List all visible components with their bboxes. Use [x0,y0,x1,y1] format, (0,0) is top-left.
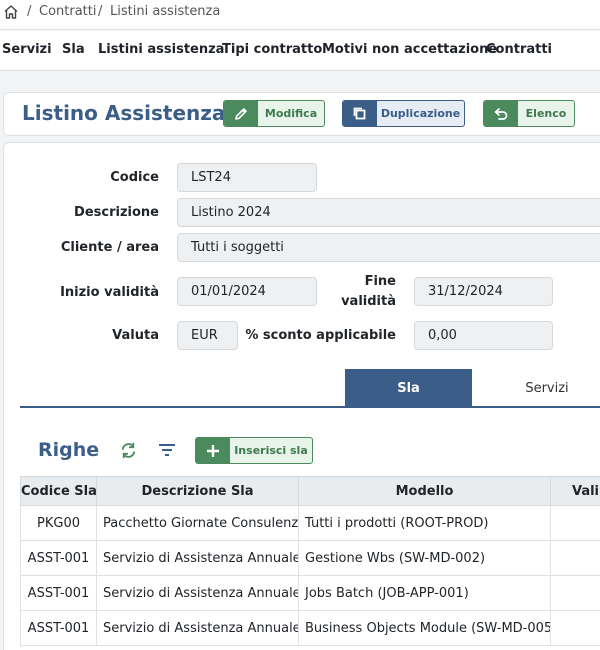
inizio-validita-field[interactable]: 01/01/2024 [177,277,317,306]
column-header-validita[interactable]: Vali [550,476,600,506]
breadcrumb-item-contratti[interactable]: Contratti [39,4,96,19]
cell-validita [550,610,600,646]
home-icon[interactable] [3,4,19,20]
menu-item-sla[interactable]: Sla [62,42,85,57]
cell-codice-sla: ASST-001 [20,575,97,611]
tab-servizi-label: Servizi [525,380,569,396]
refresh-icon[interactable] [119,441,138,460]
righe-title: Righe [38,439,100,461]
cliente-area-field[interactable]: Tutti i soggetti [177,233,600,262]
cell-codice-sla: ASST-001 [20,610,97,646]
cell-descrizione-sla: Servizio di Assistenza Annuale [96,610,299,646]
inserisci-sla-label: Inserisci sla [234,444,308,457]
pencil-icon [224,101,258,126]
descrizione-field[interactable]: Listino 2024 [177,198,600,227]
menu-item-servizi[interactable]: Servizi [2,42,52,57]
valuta-field[interactable]: EUR [177,321,238,350]
breadcrumb-separator: / [98,4,103,19]
menu-item-tipi-contratto[interactable]: Tipi contratto [222,42,322,57]
sconto-label: % sconto applicabile [245,328,396,343]
cell-modello: Business Objects Module (SW-MD-005) [298,610,551,646]
plus-icon [196,438,230,463]
page-header: Listino Assistenza Modifica Duplicazione… [3,92,600,136]
tab-servizi[interactable]: Servizi [472,369,600,407]
cell-validita [550,540,600,576]
table-row[interactable]: ASST-001 Servizio di Assistenza Annuale … [20,610,600,646]
top-menu: Servizi Sla Listini assistenza Tipi cont… [0,31,600,71]
duplicazione-button[interactable]: Duplicazione [342,100,465,127]
tab-underline [20,406,600,408]
elenco-button[interactable]: Elenco [483,100,575,127]
righe-table: Codice Sla Descrizione Sla Modello Vali … [20,476,600,646]
tab-sla-label: Sla [397,380,420,396]
table-row[interactable]: ASST-001 Servizio di Assistenza Annuale … [20,540,600,576]
tab-sla[interactable]: Sla [345,369,472,407]
codice-label: Codice [110,170,159,185]
cliente-area-label: Cliente / area [60,240,159,255]
sconto-field[interactable]: 0,00 [414,321,553,350]
codice-field[interactable]: LST24 [177,163,317,192]
cell-codice-sla: ASST-001 [20,540,97,576]
fine-validita-label-line1: Fine [364,274,396,289]
cell-descrizione-sla: Pacchetto Giornate Consulenza [96,505,299,541]
valuta-label: Valuta [112,328,159,343]
fine-validita-label-line2: validità [341,294,396,309]
menu-item-motivi-non-accettazione[interactable]: Motivi non accettazione [322,42,497,57]
inserisci-sla-button[interactable]: Inserisci sla [195,437,313,464]
column-header-descrizione-sla[interactable]: Descrizione Sla [96,476,299,506]
table-header-row: Codice Sla Descrizione Sla Modello Vali [20,476,600,506]
column-header-modello[interactable]: Modello [298,476,551,506]
breadcrumb: / Contratti / Listini assistenza [0,0,600,30]
column-header-codice-sla[interactable]: Codice Sla [20,476,97,506]
breadcrumb-item-listini[interactable]: Listini assistenza [110,4,220,19]
copy-icon [343,101,377,126]
page-title: Listino Assistenza [22,101,226,125]
inizio-validita-label: Inizio validità [60,285,159,300]
back-arrow-icon [484,101,518,126]
fine-validita-field[interactable]: 31/12/2024 [414,277,553,306]
cell-validita [550,575,600,611]
modifica-button[interactable]: Modifica [223,100,325,127]
cell-descrizione-sla: Servizio di Assistenza Annuale [96,540,299,576]
breadcrumb-separator: / [27,4,32,19]
cell-validita [550,505,600,541]
table-row[interactable]: PKG00 Pacchetto Giornate Consulenza Tutt… [20,505,600,541]
cell-modello: Tutti i prodotti (ROOT-PROD) [298,505,551,541]
elenco-label: Elenco [525,107,567,120]
cell-modello: Gestione Wbs (SW-MD-002) [298,540,551,576]
cell-descrizione-sla: Servizio di Assistenza Annuale [96,575,299,611]
menu-item-contratti[interactable]: Contratti [486,42,552,57]
table-row[interactable]: ASST-001 Servizio di Assistenza Annuale … [20,575,600,611]
cell-codice-sla: PKG00 [20,505,97,541]
menu-item-listini-assistenza[interactable]: Listini assistenza [98,42,224,57]
descrizione-label: Descrizione [74,205,159,220]
cell-modello: Jobs Batch (JOB-APP-001) [298,575,551,611]
filter-icon[interactable] [158,442,176,458]
duplicazione-label: Duplicazione [380,107,461,120]
modifica-label: Modifica [264,107,318,120]
